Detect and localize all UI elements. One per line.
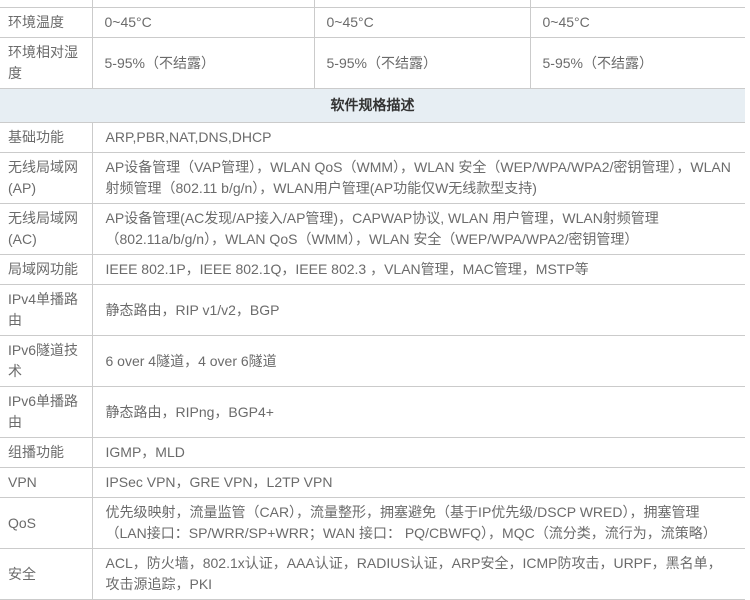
spec-row: 安全 ACL，防火墙，802.1x认证，AAA认证，RADIUS认证，ARP安全，… xyxy=(0,548,745,600)
section-header-title: 软件规格描述 xyxy=(0,88,745,123)
row-label: 环境相对湿度 xyxy=(0,37,93,89)
row-label: 环境温度 xyxy=(0,7,93,38)
spec-row-label: QoS xyxy=(0,497,93,549)
spec-row: 无线局域网(AP) AP设备管理（VAP管理），WLAN QoS（WMM），WLA… xyxy=(0,152,745,204)
product-spec-page: 环境温度 0~45°C 0~45°C 0~45°C 环境相对湿度 5-95%（不结露） 5-… xyxy=(0,0,750,600)
spec-row-label: 局域网功能 xyxy=(0,254,93,285)
spec-row: 组播功能 IGMP，MLD xyxy=(0,437,745,468)
spec-row: QoS 优先级映射，流量监管（CAR），流量整形，拥塞避免（基于IP优先级/DSC… xyxy=(0,497,745,549)
spec-row-label: 基础功能 xyxy=(0,122,93,153)
env-value-cell xyxy=(92,0,315,8)
spec-row-label: 安全 xyxy=(0,548,93,600)
env-value-cell xyxy=(530,0,745,8)
section-header-row: 软件规格描述 xyxy=(0,88,745,123)
row-label xyxy=(0,0,93,8)
env-spec-row: 环境相对湿度 5-95%（不结露） 5-95%（不结露） 5-95%（不结露） xyxy=(0,37,745,89)
spec-row-value: IEEE 802.1P，IEEE 802.1Q，IEEE 802.3 ，VLAN… xyxy=(92,254,745,285)
spec-row-label: IPv4单播路由 xyxy=(0,284,93,336)
partial-row xyxy=(0,0,745,8)
env-value-cell: 5-95%（不结露） xyxy=(530,37,745,89)
spec-row-label: 无线局域网(AP) xyxy=(0,152,93,204)
spec-row-label: VPN xyxy=(0,467,93,498)
env-value-cell: 0~45°C xyxy=(530,7,745,38)
spec-row: IPv4单播路由 静态路由，RIP v1/v2，BGP xyxy=(0,284,745,336)
spec-row-label: IPv6单播路由 xyxy=(0,386,93,438)
section-header-body: 软件规格描述 xyxy=(0,88,745,123)
spec-row-label: IPv6隧道技术 xyxy=(0,335,93,387)
spec-row-value: IGMP，MLD xyxy=(92,437,745,468)
spec-row-value: 静态路由，RIPng，BGP4+ xyxy=(92,386,745,438)
env-value-cell: 0~45°C xyxy=(92,7,315,38)
hardware-env-section: 环境温度 0~45°C 0~45°C 0~45°C 环境相对湿度 5-95%（不结露） 5-… xyxy=(0,0,745,89)
env-value-cell: 0~45°C xyxy=(314,7,531,38)
spec-row-value: ACL，防火墙，802.1x认证，AAA认证，RADIUS认证，ARP安全，IC… xyxy=(92,548,745,600)
spec-row-value: 优先级映射，流量监管（CAR），流量整形，拥塞避免（基于IP优先级/DSCP W… xyxy=(92,497,745,549)
spec-row: IPv6单播路由 静态路由，RIPng，BGP4+ xyxy=(0,386,745,438)
env-value-cell: 5-95%（不结露） xyxy=(314,37,531,89)
spec-row-label: 无线局域网(AC) xyxy=(0,203,93,255)
spec-row: 无线局域网(AC) AP设备管理(AC发现/AP接入/AP管理)，CAPWAP协议… xyxy=(0,203,745,255)
spec-row-value: ARP,PBR,NAT,DNS,DHCP xyxy=(92,122,745,153)
spec-row-value: 6 over 4隧道，4 over 6隧道 xyxy=(92,335,745,387)
spec-row: IPv6隧道技术 6 over 4隧道，4 over 6隧道 xyxy=(0,335,745,387)
spec-row-label: 组播功能 xyxy=(0,437,93,468)
spec-row: VPN IPSec VPN，GRE VPN，L2TP VPN xyxy=(0,467,745,498)
spec-row-value: IPSec VPN，GRE VPN，L2TP VPN xyxy=(92,467,745,498)
spec-row-value: AP设备管理(AC发现/AP接入/AP管理)，CAPWAP协议, WLAN 用户… xyxy=(92,203,745,255)
spec-row-value: AP设备管理（VAP管理），WLAN QoS（WMM），WLAN 安全（WEP/… xyxy=(92,152,745,204)
env-spec-row: 环境温度 0~45°C 0~45°C 0~45°C xyxy=(0,7,745,38)
env-value-cell xyxy=(314,0,531,8)
spec-row: 基础功能 ARP,PBR,NAT,DNS,DHCP xyxy=(0,122,745,153)
spec-row-value: 静态路由，RIP v1/v2，BGP xyxy=(92,284,745,336)
software-spec-section: 基础功能 ARP,PBR,NAT,DNS,DHCP 无线局域网(AP) AP设备管理（… xyxy=(0,122,745,600)
spec-table: 环境温度 0~45°C 0~45°C 0~45°C 环境相对湿度 5-95%（不结露） 5-… xyxy=(0,0,745,600)
env-value-cell: 5-95%（不结露） xyxy=(92,37,315,89)
spec-row: 局域网功能 IEEE 802.1P，IEEE 802.1Q，IEEE 802.3 … xyxy=(0,254,745,285)
